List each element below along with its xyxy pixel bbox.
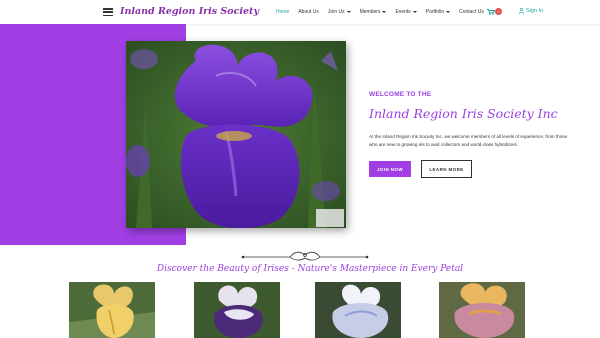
ornament-divider <box>241 251 369 261</box>
chevron-down-icon <box>412 11 417 13</box>
chevron-down-icon <box>346 11 351 13</box>
chevron-down-icon <box>446 11 451 13</box>
welcome-title: Inland Region Iris Society Inc <box>369 106 558 121</box>
gallery-image-peach-iris[interactable] <box>439 282 525 338</box>
cart-icon <box>487 9 495 15</box>
nav-contact-us[interactable]: Contact Us <box>459 9 484 15</box>
nav-members[interactable]: Members <box>360 9 387 15</box>
nav-home[interactable]: Home <box>276 9 289 15</box>
welcome-text: At the Inland Region Iris Society Inc, w… <box>369 134 568 147</box>
main-nav: Home About Us Join Us Members Events Por… <box>276 0 493 24</box>
nav-about-us[interactable]: About Us <box>298 9 319 15</box>
gallery-image-yellow-iris[interactable] <box>69 282 155 338</box>
sign-in-label: Sign In <box>526 8 544 14</box>
learn-more-button[interactable]: LEARN MORE <box>421 160 472 178</box>
hamburger-menu-icon[interactable] <box>103 8 113 17</box>
site-header: Inland Region Iris Society Home About Us… <box>0 0 600 24</box>
nav-portfolio[interactable]: Portfolio <box>426 9 451 15</box>
sign-in-link[interactable]: Sign In <box>519 8 543 14</box>
cart-count-badge: 0 <box>495 8 502 15</box>
join-now-button[interactable]: JOIN NOW <box>369 161 411 177</box>
nav-events[interactable]: Events <box>395 9 417 15</box>
chevron-down-icon <box>382 11 387 13</box>
nav-join-us[interactable]: Join Us <box>328 9 351 15</box>
user-icon <box>519 8 524 14</box>
gallery-image-purple-white-iris[interactable] <box>194 282 280 338</box>
hero-iris-image <box>126 41 346 228</box>
welcome-kicker: WELCOME TO THE <box>369 91 432 98</box>
discover-heading: Discover the Beauty of Irises - Nature's… <box>156 264 464 274</box>
cart-button[interactable]: 0 <box>487 8 503 17</box>
gallery-image-white-blue-iris[interactable] <box>315 282 401 338</box>
site-title[interactable]: Inland Region Iris Society <box>120 6 259 17</box>
